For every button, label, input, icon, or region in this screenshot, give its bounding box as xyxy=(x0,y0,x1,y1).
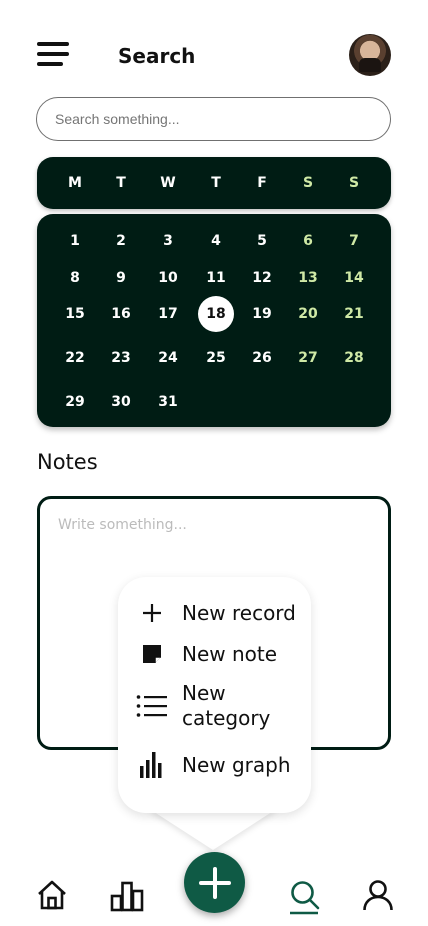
calendar-day[interactable]: 23 xyxy=(103,343,139,373)
new-category-label: New category xyxy=(182,681,271,730)
bar-chart-icon xyxy=(136,751,168,779)
add-popup-menu: New record New note New category New gra… xyxy=(118,577,311,813)
plus-icon xyxy=(136,599,168,627)
calendar-day[interactable]: 19 xyxy=(244,299,280,329)
calendar-day[interactable]: 27 xyxy=(290,343,326,373)
popup-tail xyxy=(148,808,278,850)
calendar-day[interactable]: 28 xyxy=(336,343,372,373)
weekday-header: M T W T F S S xyxy=(37,157,391,209)
weekday-sat: S xyxy=(302,175,314,191)
weekday-tue: T xyxy=(116,175,126,191)
calendar-day[interactable]: 1 xyxy=(57,226,93,256)
profile-icon[interactable] xyxy=(362,879,394,915)
top-bar: Search xyxy=(0,0,428,90)
calendar-day-selected[interactable]: 18 xyxy=(198,296,234,332)
list-icon xyxy=(136,692,168,720)
weekday-mon: M xyxy=(68,175,82,191)
page-title: Search xyxy=(118,44,196,68)
calendar-day[interactable]: 9 xyxy=(103,263,139,293)
calendar-day[interactable]: 5 xyxy=(244,226,280,256)
calendar-day[interactable]: 24 xyxy=(150,343,186,373)
weekday-fri: F xyxy=(257,175,267,191)
calendar-day[interactable]: 17 xyxy=(150,299,186,329)
calendar-day[interactable]: 8 xyxy=(57,263,93,293)
calendar-day[interactable]: 11 xyxy=(198,263,234,293)
notes-label: Notes xyxy=(37,450,98,474)
new-graph-label: New graph xyxy=(182,752,291,777)
calendar-day[interactable]: 30 xyxy=(103,387,139,417)
new-note-item[interactable]: New note xyxy=(118,640,311,668)
new-category-item[interactable]: New category xyxy=(118,681,311,731)
plus-icon xyxy=(198,866,231,899)
calendar-day[interactable]: 21 xyxy=(336,299,372,329)
new-graph-item[interactable]: New graph xyxy=(118,751,311,779)
calendar-day[interactable]: 29 xyxy=(57,387,93,417)
search-input[interactable] xyxy=(36,97,391,141)
calendar-day[interactable]: 20 xyxy=(290,299,326,329)
calendar-day[interactable]: 4 xyxy=(198,226,234,256)
new-record-item[interactable]: New record xyxy=(118,599,311,627)
calendar-day[interactable]: 6 xyxy=(290,226,326,256)
stats-icon[interactable] xyxy=(110,880,144,916)
calendar-day[interactable]: 22 xyxy=(57,343,93,373)
calendar-day[interactable]: 10 xyxy=(150,263,186,293)
new-record-label: New record xyxy=(182,600,296,625)
calendar-day[interactable]: 13 xyxy=(290,263,326,293)
avatar[interactable] xyxy=(349,34,391,76)
search-icon[interactable] xyxy=(289,879,321,919)
calendar-day[interactable]: 26 xyxy=(244,343,280,373)
calendar-day[interactable]: 16 xyxy=(103,299,139,329)
calendar-day[interactable]: 3 xyxy=(150,226,186,256)
home-icon[interactable] xyxy=(36,879,68,915)
calendar-day[interactable]: 31 xyxy=(150,387,186,417)
calendar-day[interactable]: 12 xyxy=(244,263,280,293)
weekday-thu: T xyxy=(211,175,221,191)
calendar-day[interactable]: 15 xyxy=(57,299,93,329)
hamburger-menu-icon[interactable] xyxy=(37,42,69,68)
calendar-day[interactable]: 7 xyxy=(336,226,372,256)
calendar-day[interactable]: 25 xyxy=(198,343,234,373)
note-icon xyxy=(136,640,168,668)
calendar-grid: 1 2 3 4 5 6 7 8 9 10 11 12 13 14 15 16 1… xyxy=(37,214,391,427)
new-note-label: New note xyxy=(182,641,278,666)
weekday-wed: W xyxy=(160,175,176,191)
calendar-day[interactable]: 14 xyxy=(336,263,372,293)
weekday-sun: S xyxy=(348,175,360,191)
calendar-day[interactable]: 2 xyxy=(103,226,139,256)
add-fab-button[interactable] xyxy=(184,852,245,913)
